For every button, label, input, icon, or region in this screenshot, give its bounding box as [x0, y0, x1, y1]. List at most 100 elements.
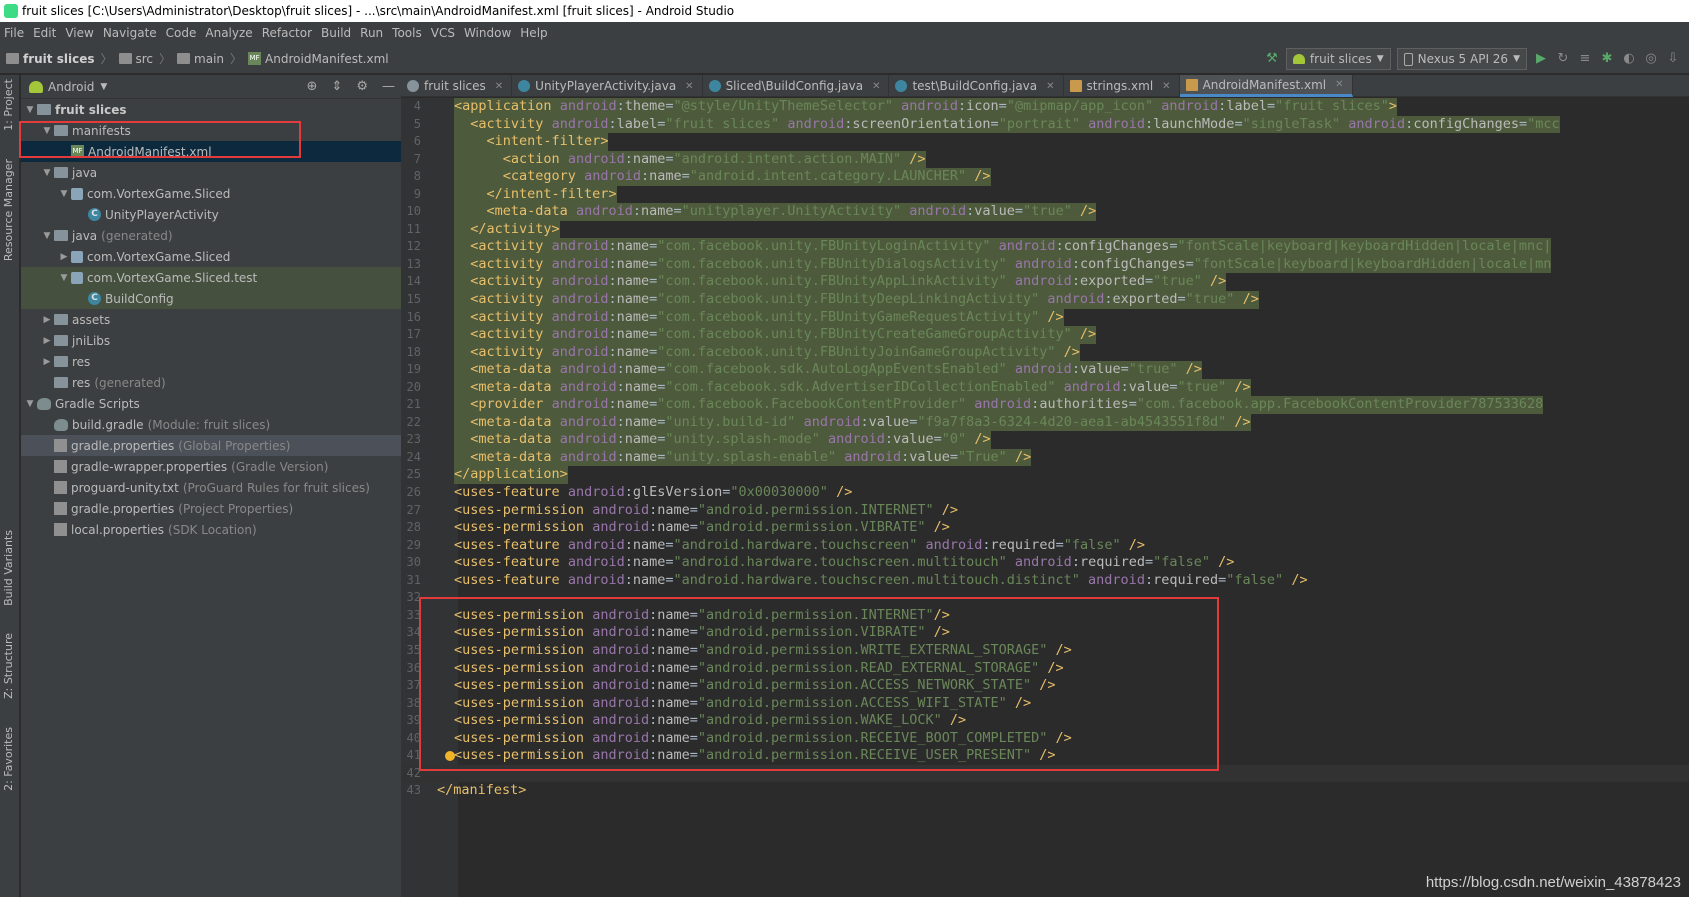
tree-item[interactable]: ▶ res — [21, 351, 401, 372]
expand-arrow-icon[interactable]: ▼ — [40, 168, 54, 178]
close-icon[interactable]: ✕ — [1162, 81, 1170, 92]
dropdown-arrow-icon[interactable]: ▼ — [100, 82, 107, 92]
menu-code[interactable]: Code — [166, 22, 197, 44]
profile-icon[interactable]: ◐ — [1621, 51, 1637, 67]
breadcrumb-file[interactable]: MF AndroidManifest.xml — [248, 52, 389, 66]
collapse-arrow-icon[interactable]: ▶ — [40, 315, 54, 325]
code-line[interactable]: 4 <application android:theme="@style/Unit… — [401, 98, 1689, 116]
tree-item[interactable]: C BuildConfig — [21, 288, 401, 309]
menu-help[interactable]: Help — [520, 22, 547, 44]
tree-item[interactable]: res (generated) — [21, 372, 401, 393]
code-line[interactable]: 25 </application> — [401, 466, 1689, 485]
tree-item[interactable]: proguard-unity.txt (ProGuard Rules for fr… — [21, 477, 401, 498]
expand-arrow-icon[interactable]: ▼ — [23, 399, 37, 409]
code-line[interactable]: 26 <uses-feature android:glEsVersion="0x0… — [401, 484, 1689, 502]
editor-tab[interactable]: strings.xml ✕ — [1064, 75, 1180, 97]
code-line[interactable]: 24 <meta-data android:name="unity.splash… — [401, 448, 1689, 467]
menu-vcs[interactable]: VCS — [431, 22, 455, 44]
menu-build[interactable]: Build — [321, 22, 351, 44]
menu-tools[interactable]: Tools — [392, 22, 422, 44]
code-line[interactable]: 5 <activity android:label="fruit slices"… — [401, 115, 1689, 134]
gear-icon[interactable]: ⚙ — [356, 79, 368, 94]
project-view-select[interactable]: Android — [48, 80, 94, 94]
menu-edit[interactable]: Edit — [33, 22, 56, 44]
tree-item[interactable]: build.gradle (Module: fruit slices) — [21, 414, 401, 435]
editor-tab[interactable]: test\BuildConfig.java ✕ — [889, 75, 1064, 97]
expand-arrow-icon[interactable]: ▼ — [57, 189, 71, 199]
tree-item[interactable]: local.properties (SDK Location) — [21, 519, 401, 540]
expand-arrow-icon[interactable]: ▼ — [57, 273, 71, 283]
code-line[interactable]: 15 <activity android:name="com.facebook.… — [401, 291, 1689, 309]
breadcrumb-src[interactable]: src 〉 — [118, 50, 171, 67]
sdk-manager-icon[interactable]: ⇩ — [1665, 51, 1681, 67]
menu-refactor[interactable]: Refactor — [262, 22, 312, 44]
code-line[interactable]: 12 <activity android:name="com.facebook.… — [401, 238, 1689, 256]
menu-analyze[interactable]: Analyze — [205, 22, 252, 44]
tab-project[interactable]: 1: Project — [2, 79, 15, 131]
tree-item[interactable]: ▼ java — [21, 162, 401, 183]
code-line[interactable]: 23 <meta-data android:name="unity.splash… — [401, 431, 1689, 449]
collapse-arrow-icon[interactable]: ▶ — [57, 252, 71, 262]
editor-tab[interactable]: Sliced\BuildConfig.java ✕ — [703, 75, 890, 97]
tab-build-variants[interactable]: Build Variants — [2, 530, 15, 606]
code-line[interactable]: 22 <meta-data android:name="unity.build-… — [401, 413, 1689, 432]
tree-item[interactable]: ▶ jniLibs — [21, 330, 401, 351]
apply-changes-icon[interactable]: ≡ — [1577, 51, 1593, 67]
tree-item[interactable]: ▶ assets — [21, 309, 401, 330]
code-line[interactable]: 10 <meta-data android:name="unityplayer.… — [401, 203, 1689, 221]
close-icon[interactable]: ✕ — [1046, 81, 1054, 92]
menu-view[interactable]: View — [65, 22, 93, 44]
tree-item[interactable]: gradle.properties (Global Properties) — [21, 435, 401, 456]
run-config-select[interactable]: fruit slices ▼ — [1285, 48, 1391, 70]
tree-item[interactable]: gradle-wrapper.properties (Gradle Version… — [21, 456, 401, 477]
menu-window[interactable]: Window — [464, 22, 511, 44]
menu-run[interactable]: Run — [360, 22, 383, 44]
debug-icon[interactable]: ✱ — [1599, 51, 1615, 67]
tree-item[interactable]: ▼ Gradle Scripts — [21, 393, 401, 414]
editor-tab[interactable]: AndroidManifest.xml ✕ — [1179, 75, 1353, 97]
code-line[interactable]: 8 <category android:name="android.intent… — [401, 168, 1689, 186]
code-line[interactable]: 17 <activity android:name="com.facebook.… — [401, 326, 1689, 344]
tab-favorites[interactable]: 2: Favorites — [2, 727, 15, 791]
close-icon[interactable]: ✕ — [1335, 79, 1343, 90]
expand-arrow-icon[interactable]: ▼ — [40, 231, 54, 241]
close-icon[interactable]: ✕ — [495, 81, 503, 92]
code-line[interactable]: 28 <uses-permission android:name="android… — [401, 519, 1689, 537]
editor-tab[interactable]: fruit slices ✕ — [401, 75, 513, 97]
device-select[interactable]: Nexus 5 API 26 ▼ — [1396, 48, 1527, 70]
attach-debugger-icon[interactable]: ◎ — [1643, 51, 1659, 67]
tree-item[interactable]: ▼ fruit slices — [21, 99, 401, 120]
collapse-arrow-icon[interactable]: ▶ — [40, 336, 54, 346]
breadcrumb-main[interactable]: main 〉 — [177, 50, 242, 67]
code-line[interactable]: 13 <activity android:name="com.facebook.… — [401, 255, 1689, 274]
code-line[interactable]: 27 <uses-permission android:name="android… — [401, 502, 1689, 520]
collapse-arrow-icon[interactable]: ▶ — [40, 357, 54, 367]
code-line[interactable]: 21 <provider android:name="com.facebook.… — [401, 396, 1689, 414]
rerun-icon[interactable]: ↻ — [1555, 51, 1571, 67]
code-line[interactable]: 11 </activity> — [401, 220, 1689, 239]
tree-item[interactable]: ▼ java (generated) — [21, 225, 401, 246]
locate-icon[interactable]: ⊕ — [307, 79, 318, 94]
close-icon[interactable]: ✕ — [685, 81, 693, 92]
menu-navigate[interactable]: Navigate — [103, 22, 157, 44]
close-icon[interactable]: ✕ — [872, 81, 880, 92]
code-line[interactable]: 19 <meta-data android:name="com.facebook… — [401, 361, 1689, 379]
tab-structure[interactable]: Z: Structure — [2, 633, 15, 699]
code-line[interactable]: 29 <uses-feature android:name="android.ha… — [401, 537, 1689, 555]
code-line[interactable]: 14 <activity android:name="com.facebook.… — [401, 273, 1689, 292]
tree-item[interactable]: gradle.properties (Project Properties) — [21, 498, 401, 519]
code-line[interactable]: 9 </intent-filter> — [401, 185, 1689, 204]
hammer-icon[interactable]: ⚒ — [1264, 51, 1280, 67]
code-line[interactable]: 7 <action android:name="android.intent.a… — [401, 150, 1689, 169]
tree-item[interactable]: ▼ com.VortexGame.Sliced.test — [21, 267, 401, 288]
code-line[interactable]: 16 <activity android:name="com.facebook.… — [401, 308, 1689, 327]
editor-tab[interactable]: UnityPlayerActivity.java ✕ — [512, 75, 703, 97]
run-icon[interactable]: ▶ — [1533, 51, 1549, 67]
tab-resource-manager[interactable]: Resource Manager — [2, 159, 15, 261]
code-line[interactable]: 31 <uses-feature android:name="android.ha… — [401, 572, 1689, 590]
code-line[interactable]: 18 <activity android:name="com.facebook.… — [401, 343, 1689, 362]
collapse-icon[interactable]: ⇕ — [331, 79, 342, 94]
code-line[interactable]: 6 <intent-filter> — [401, 133, 1689, 151]
tree-item[interactable]: ▶ com.VortexGame.Sliced — [21, 246, 401, 267]
breadcrumb-project[interactable]: fruit slices 〉 — [6, 50, 113, 67]
